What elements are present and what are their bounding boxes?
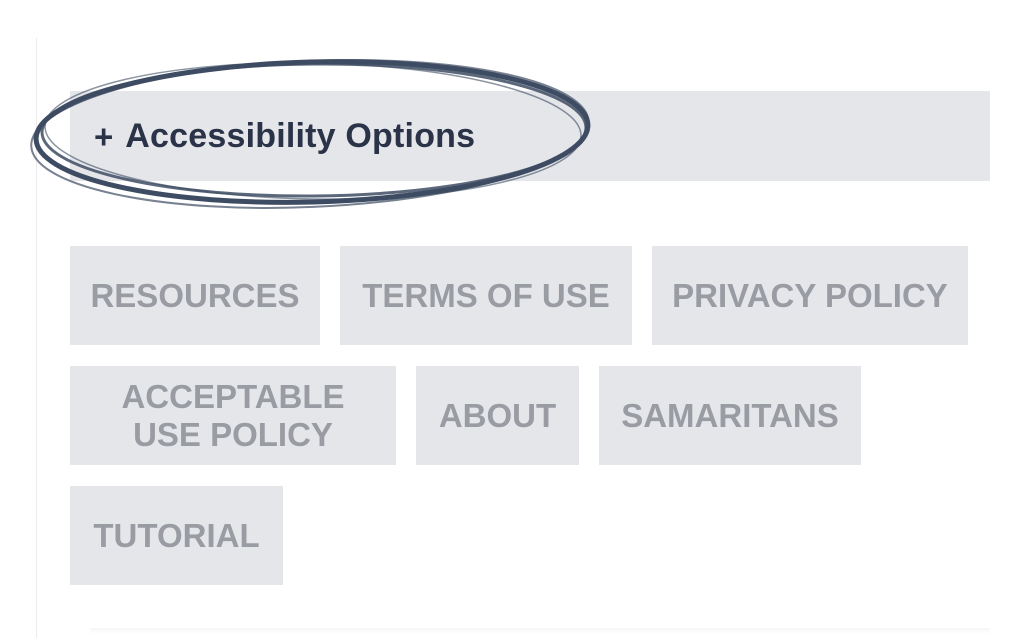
samaritans-link[interactable]: SAMARITANS bbox=[599, 366, 861, 465]
left-divider bbox=[36, 38, 37, 638]
privacy-policy-link[interactable]: PRIVACY POLICY bbox=[652, 246, 968, 345]
bottom-edge bbox=[90, 628, 990, 634]
plus-icon: + bbox=[94, 117, 114, 155]
about-link[interactable]: ABOUT bbox=[416, 366, 579, 465]
resources-link[interactable]: RESOURCES bbox=[70, 246, 320, 345]
accessibility-options-label: Accessibility Options bbox=[125, 116, 476, 155]
tutorial-link[interactable]: TUTORIAL bbox=[70, 486, 283, 585]
accessibility-options-toggle[interactable]: + Accessibility Options bbox=[70, 91, 990, 181]
acceptable-use-policy-link[interactable]: ACCEPTABLE USE POLICY bbox=[70, 366, 396, 465]
terms-of-use-link[interactable]: TERMS OF USE bbox=[340, 246, 632, 345]
